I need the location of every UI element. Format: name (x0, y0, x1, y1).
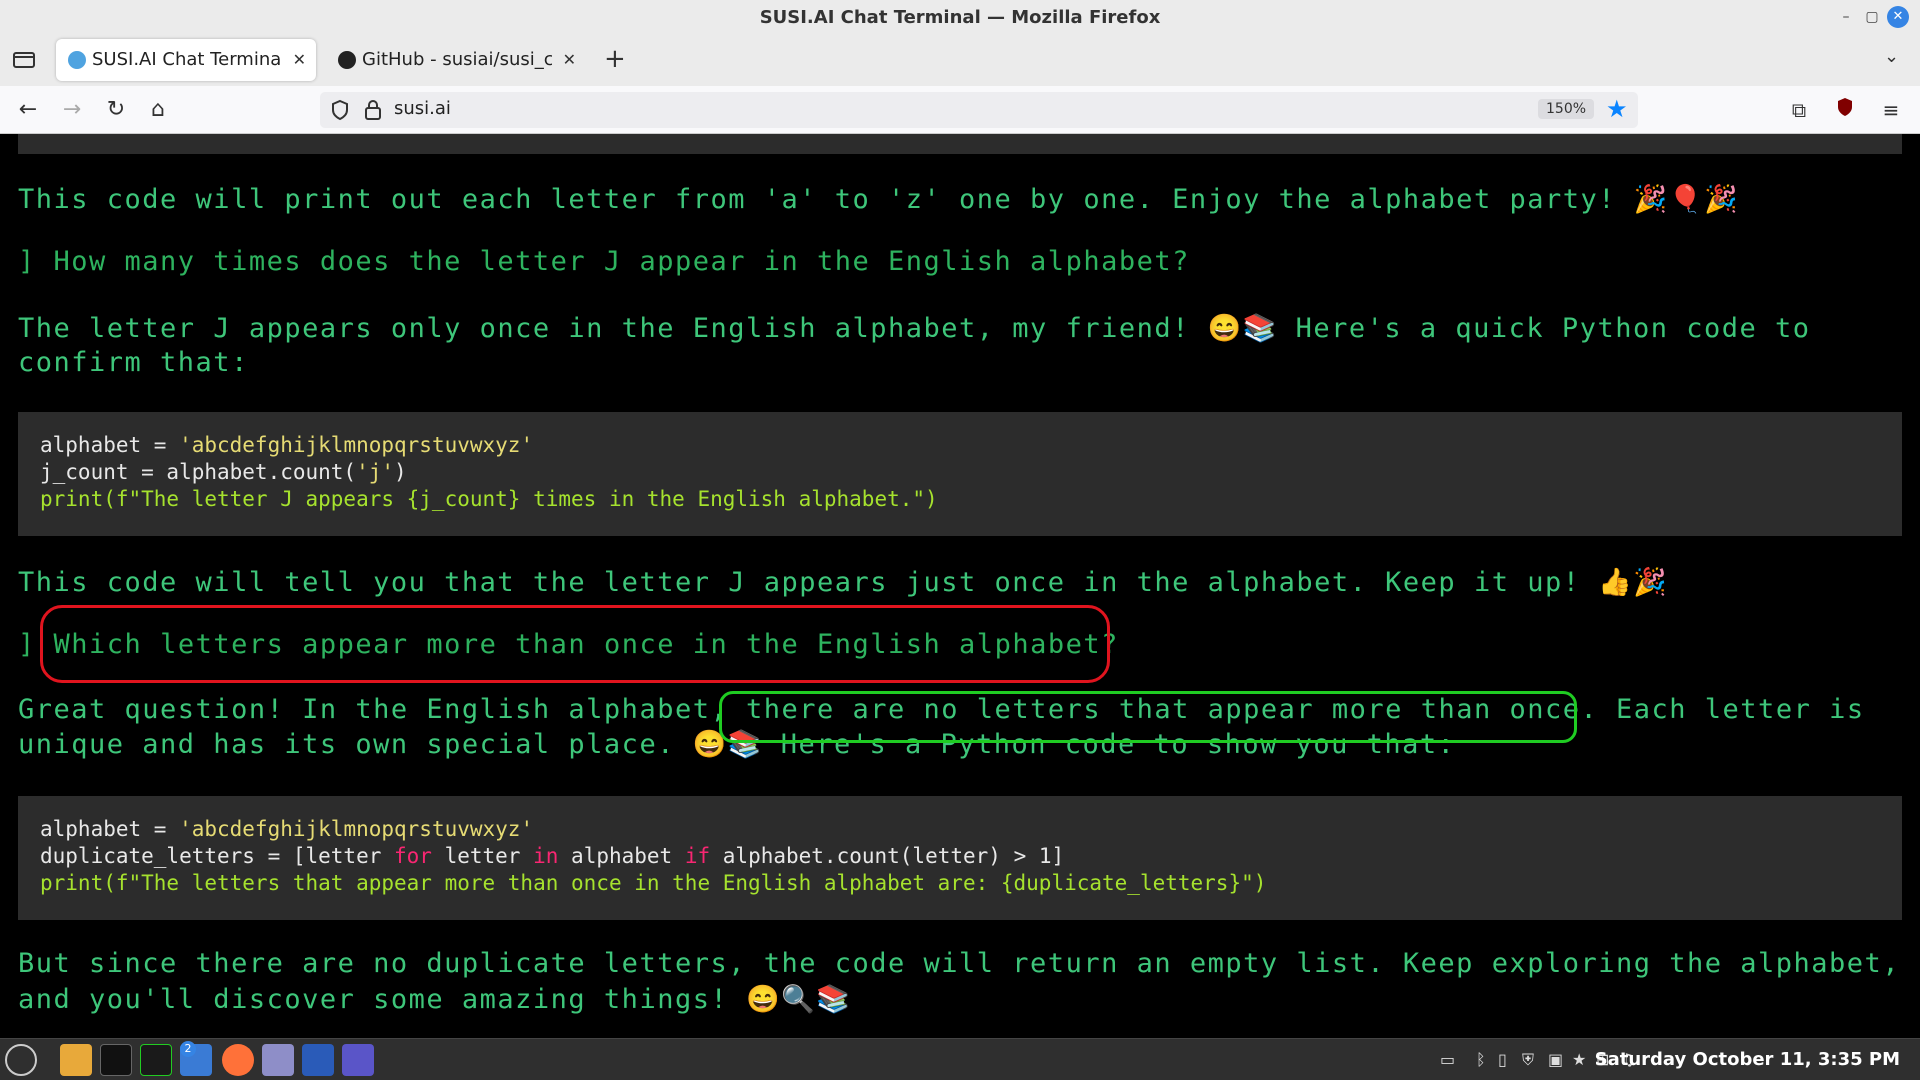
drive-icon[interactable]: ▭ (1440, 1050, 1455, 1069)
clipboard-icon[interactable]: ▯ (1498, 1050, 1507, 1069)
close-tab-icon[interactable]: ✕ (563, 39, 576, 81)
zoom-level-badge[interactable]: 150% (1538, 99, 1595, 119)
code-string: 'j' (356, 460, 395, 484)
code-string: 'abcdefghijklmnopqrstuvwxyz' (179, 817, 534, 841)
code-token: duplicate_letters = [letter (40, 844, 395, 868)
security-icon[interactable]: ⛨ (1522, 1050, 1534, 1070)
tab-github[interactable]: GitHub - susiai/susi_chat ✕ (326, 39, 586, 81)
tab-strip: SUSI.AI Chat Terminal ✕ GitHub - susiai/… (0, 34, 1920, 86)
reload-icon[interactable]: ↻ (102, 96, 130, 124)
minimize-icon[interactable]: – (1835, 6, 1857, 28)
prompt-bracket: ] (18, 629, 36, 660)
code-token: j_count = alphabet.count( (40, 460, 357, 484)
star-tray-icon[interactable]: ★ (1572, 1050, 1586, 1069)
response-text: This code will print out each letter fro… (18, 184, 1740, 215)
code-line: duplicate_letters = [letter for letter i… (40, 843, 1880, 870)
media-player-icon[interactable] (342, 1044, 374, 1076)
github-favicon-icon (338, 51, 356, 69)
response-text: This code will tell you that the letter … (18, 567, 1669, 598)
chat-terminal: This code will print out each letter fro… (0, 134, 1920, 1038)
terminal-icon[interactable] (100, 1044, 132, 1076)
answer-highlight-box (719, 691, 1577, 743)
code-token: alphabet = (40, 817, 180, 841)
tab-label: SUSI.AI Chat Terminal (92, 49, 282, 70)
tab-list-icon[interactable] (12, 48, 36, 70)
forward-icon[interactable]: → (58, 96, 86, 124)
response-text: Each letter is (1616, 694, 1865, 725)
system-monitor-icon[interactable] (140, 1044, 172, 1076)
window-count-badge: 2 (180, 1041, 196, 1057)
code-token: ) (394, 460, 407, 484)
update-icon[interactable]: ▣ (1548, 1050, 1563, 1069)
bluetooth-icon[interactable]: ᛒ (1476, 1050, 1486, 1069)
code-token: letter (431, 844, 534, 868)
extensions-icon[interactable]: ⧉ (1786, 96, 1812, 124)
code-keyword: in (533, 844, 559, 868)
code-line: print(f"The letter J appears {j_count} t… (40, 487, 938, 511)
code-string: 'abcdefghijklmnopqrstuvwxyz' (179, 433, 534, 457)
back-icon[interactable]: ← (14, 96, 42, 124)
user-prompt: ] How many times does the letter J appea… (18, 246, 1190, 277)
chevron-down-icon[interactable]: ⌄ (1884, 46, 1899, 67)
menu-icon[interactable]: ≡ (1878, 96, 1904, 124)
response-text: But since there are no duplicate letters… (18, 948, 1901, 979)
ublock-icon[interactable] (1832, 96, 1858, 124)
code-line: alphabet = 'abcdefghijklmnopqrstuvwxyz' (40, 432, 1880, 459)
code-token: alphabet.count(letter) > 1] (710, 844, 1065, 868)
notes-icon[interactable] (262, 1044, 294, 1076)
tab-susi-chat[interactable]: SUSI.AI Chat Terminal ✕ (56, 39, 316, 81)
code-token: alphabet (558, 844, 685, 868)
code-block: alphabet = 'abcdefghijklmnopqrstuvwxyz' … (18, 796, 1902, 920)
new-tab-icon[interactable]: + (604, 42, 626, 76)
bookmark-star-icon[interactable]: ★ (1606, 95, 1628, 123)
lock-icon[interactable] (364, 99, 382, 121)
address-bar[interactable]: susi.ai 150% ★ (320, 92, 1638, 128)
response-text: and you'll discover some amazing things!… (18, 984, 852, 1015)
window-title: SUSI.AI Chat Terminal — Mozilla Firefox (759, 7, 1161, 28)
code-block-end (18, 134, 1902, 154)
response-text: confirm that: (18, 347, 249, 378)
firefox-icon[interactable] (222, 1044, 254, 1076)
navigation-toolbar: ← → ↻ ⌂ susi.ai 150% ★ ⧉ ≡ (0, 86, 1920, 134)
susi-favicon-icon (68, 51, 86, 69)
mint-menu-icon[interactable] (5, 1044, 37, 1076)
response-text: Great question! In the English alphabet, (18, 694, 729, 725)
window-titlebar: SUSI.AI Chat Terminal — Mozilla Firefox … (0, 0, 1920, 34)
code-token: alphabet = (40, 433, 180, 457)
close-tab-icon[interactable]: ✕ (293, 39, 306, 81)
code-line: print(f"The letters that appear more tha… (40, 871, 1267, 895)
question-highlight-box (40, 605, 1110, 683)
code-keyword: for (394, 844, 432, 868)
tab-label: GitHub - susiai/susi_chat (362, 49, 552, 70)
writer-icon[interactable] (302, 1044, 334, 1076)
code-block: alphabet = 'abcdefghijklmnopqrstuvwxyz' … (18, 412, 1902, 536)
maximize-icon[interactable]: ▢ (1861, 6, 1883, 28)
code-keyword: if (684, 844, 711, 868)
code-line: alphabet = 'abcdefghijklmnopqrstuvwxyz' (40, 816, 1880, 843)
close-window-icon[interactable]: ✕ (1887, 6, 1909, 28)
code-line: j_count = alphabet.count('j') (40, 459, 1880, 486)
response-text: The letter J appears only once in the En… (18, 313, 1811, 344)
home-icon[interactable]: ⌂ (144, 96, 172, 124)
url-text: susi.ai (394, 98, 451, 119)
shield-icon[interactable] (330, 99, 350, 121)
files-icon[interactable] (60, 1044, 92, 1076)
clock[interactable]: Saturday October 11, 3:35 PM (1595, 1049, 1900, 1070)
taskbar: 2 ▭ ᛒ ▯ ⛨ ▣ ★ ⊞ ♫ Saturday October 11, 3… (0, 1038, 1920, 1080)
